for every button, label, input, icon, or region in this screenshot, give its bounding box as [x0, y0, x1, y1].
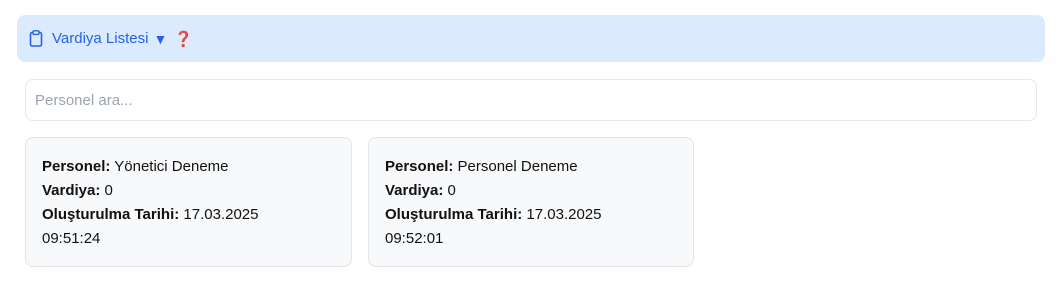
created-date: 17.03.2025	[183, 206, 259, 223]
shift-value: 0	[104, 182, 113, 199]
chevron-down-icon[interactable]: ▼	[153, 31, 167, 47]
created-label: Oluşturulma Tarihi:	[42, 206, 180, 223]
personnel-label: Personel:	[385, 158, 454, 175]
clipboard-icon	[27, 30, 45, 48]
personnel-value: Yönetici Deneme	[114, 158, 229, 175]
personnel-label: Personel:	[42, 158, 111, 175]
shift-label: Vardiya:	[385, 182, 444, 199]
shift-card: Personel: Yönetici Deneme Vardiya: 0 Olu…	[25, 137, 352, 267]
card-personnel-row: Personel: Personel Deneme	[385, 155, 677, 179]
created-time: 09:51:24	[42, 230, 101, 247]
help-icon[interactable]: ❓	[174, 30, 193, 48]
card-created-row: Oluşturulma Tarihi: 17.03.2025 09:52:01	[385, 203, 677, 251]
shift-value: 0	[447, 182, 456, 199]
created-time: 09:52:01	[385, 230, 444, 247]
personnel-search-input[interactable]	[25, 79, 1037, 121]
shift-card: Personel: Personel Deneme Vardiya: 0 Olu…	[368, 137, 694, 267]
personnel-value: Personel Deneme	[457, 158, 578, 175]
card-shift-row: Vardiya: 0	[42, 179, 335, 203]
shift-label: Vardiya:	[42, 182, 101, 199]
created-date: 17.03.2025	[526, 206, 602, 223]
card-created-row: Oluşturulma Tarihi: 17.03.2025 09:51:24	[42, 203, 335, 251]
created-label: Oluşturulma Tarihi:	[385, 206, 523, 223]
card-shift-row: Vardiya: 0	[385, 179, 677, 203]
shift-list-header[interactable]: Vardiya Listesi ▼ ❓	[17, 15, 1045, 62]
shift-list-title: Vardiya Listesi	[52, 30, 149, 47]
card-personnel-row: Personel: Yönetici Deneme	[42, 155, 335, 179]
